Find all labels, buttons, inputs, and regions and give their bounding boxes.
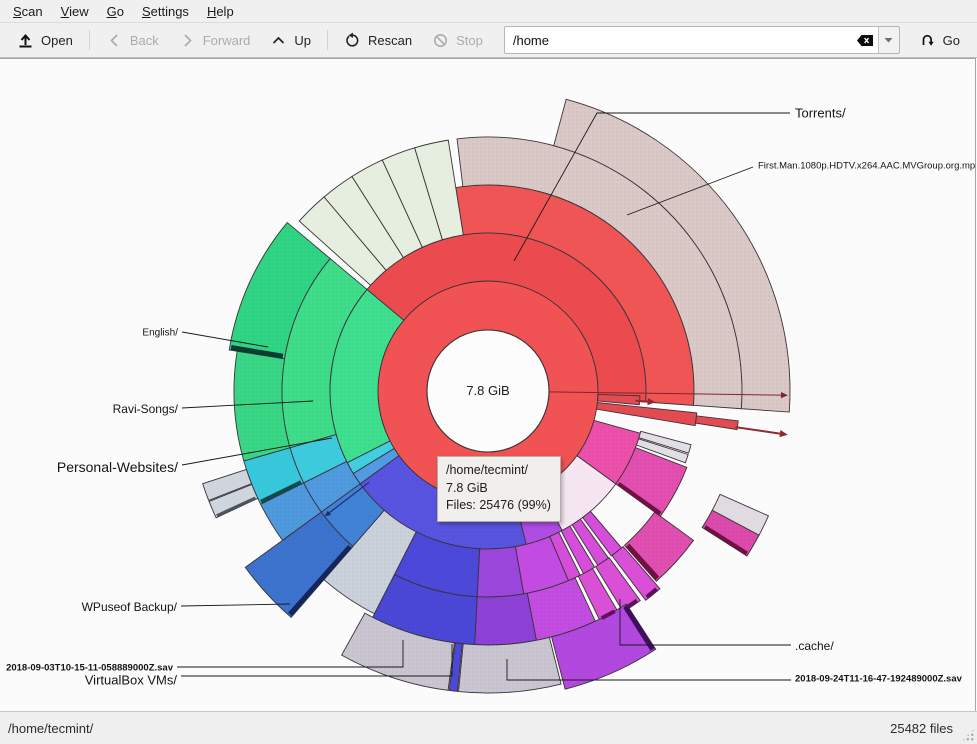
up-button[interactable]: Up — [261, 28, 320, 53]
stop-button[interactable]: Stop — [423, 28, 492, 53]
file-spike — [735, 427, 780, 433]
tooltip-path: /home/tecmint/ — [446, 462, 551, 480]
toolbar: Open Back Forward Up Resc — [0, 23, 977, 58]
chart-label: Personal-Websites/ — [57, 459, 178, 475]
file-spike — [636, 401, 648, 402]
location-bar[interactable] — [504, 26, 900, 54]
back-icon — [106, 32, 123, 49]
sunburst-chart[interactable]: 7.8 GiB Torrents/First.Man.1080p.HDTV.x2… — [0, 59, 975, 711]
location-dropdown-button[interactable] — [878, 27, 899, 53]
status-current-path: /home/tecmint/ — [0, 721, 890, 736]
chart-label: WPuseof Backup/ — [82, 600, 178, 614]
segment-tooltip: /home/tecmint/ 7.8 GiB Files: 25476 (99%… — [437, 456, 561, 522]
status-file-count: 25482 files — [890, 721, 977, 736]
forward-label: Forward — [203, 33, 251, 48]
forward-icon — [179, 32, 196, 49]
chart-segment[interactable] — [596, 403, 696, 426]
open-icon — [17, 32, 34, 49]
stop-icon — [432, 32, 449, 49]
file-spike-arrowhead — [779, 430, 787, 437]
chart-label: First.Man.1080p.HDTV.x264.AAC.MVGroup.or… — [758, 160, 975, 171]
clear-location-button[interactable] — [852, 28, 878, 52]
segment-texture — [234, 351, 290, 461]
menu-scan[interactable]: Scan — [4, 2, 52, 21]
chart-label: .cache/ — [795, 639, 834, 653]
open-button[interactable]: Open — [8, 28, 82, 53]
menu-settings[interactable]: Settings — [133, 2, 198, 21]
chart-label: Torrents/ — [795, 106, 846, 121]
toolbar-separator — [89, 30, 90, 50]
stop-label: Stop — [456, 33, 483, 48]
segment-texture — [459, 637, 562, 693]
filelight-window: ScanViewGoSettingsHelp Open Back Forward — [0, 0, 977, 744]
chart-label: Ravi-Songs/ — [113, 402, 179, 416]
menu-help[interactable]: Help — [198, 2, 243, 21]
chart-label: 2018-09-24T11-16-47-192489000Z.sav — [795, 673, 963, 684]
chevron-down-icon — [884, 37, 893, 43]
back-button[interactable]: Back — [97, 28, 168, 53]
disk-usage-view: 7.8 GiB Torrents/First.Man.1080p.HDTV.x2… — [0, 58, 976, 713]
rescan-icon — [344, 32, 361, 49]
go-button[interactable]: Go — [910, 28, 969, 53]
up-icon — [270, 32, 287, 49]
status-bar: /home/tecmint/ 25482 files — [0, 711, 977, 744]
menu-bar: ScanViewGoSettingsHelp — [0, 0, 977, 23]
center-size-label: 7.8 GiB — [466, 383, 509, 398]
tooltip-files: Files: 25476 (99%) — [446, 497, 551, 515]
location-input[interactable] — [505, 33, 852, 48]
go-icon — [919, 32, 936, 49]
menu-view[interactable]: View — [52, 2, 98, 21]
rescan-label: Rescan — [368, 33, 412, 48]
open-label: Open — [41, 33, 73, 48]
go-label: Go — [943, 33, 960, 48]
toolbar-separator — [327, 30, 328, 50]
back-label: Back — [130, 33, 159, 48]
segment-texture — [475, 593, 537, 645]
chart-segment[interactable] — [696, 416, 739, 430]
label-leader-line — [181, 604, 290, 606]
rescan-button[interactable]: Rescan — [335, 28, 421, 53]
menu-go[interactable]: Go — [98, 2, 133, 21]
chart-label: VirtualBox VMs/ — [85, 673, 178, 688]
backspace-icon — [856, 34, 874, 47]
chart-label: English/ — [142, 328, 178, 339]
forward-button[interactable]: Forward — [170, 28, 260, 53]
up-label: Up — [294, 33, 311, 48]
tooltip-size: 7.8 GiB — [446, 480, 551, 498]
